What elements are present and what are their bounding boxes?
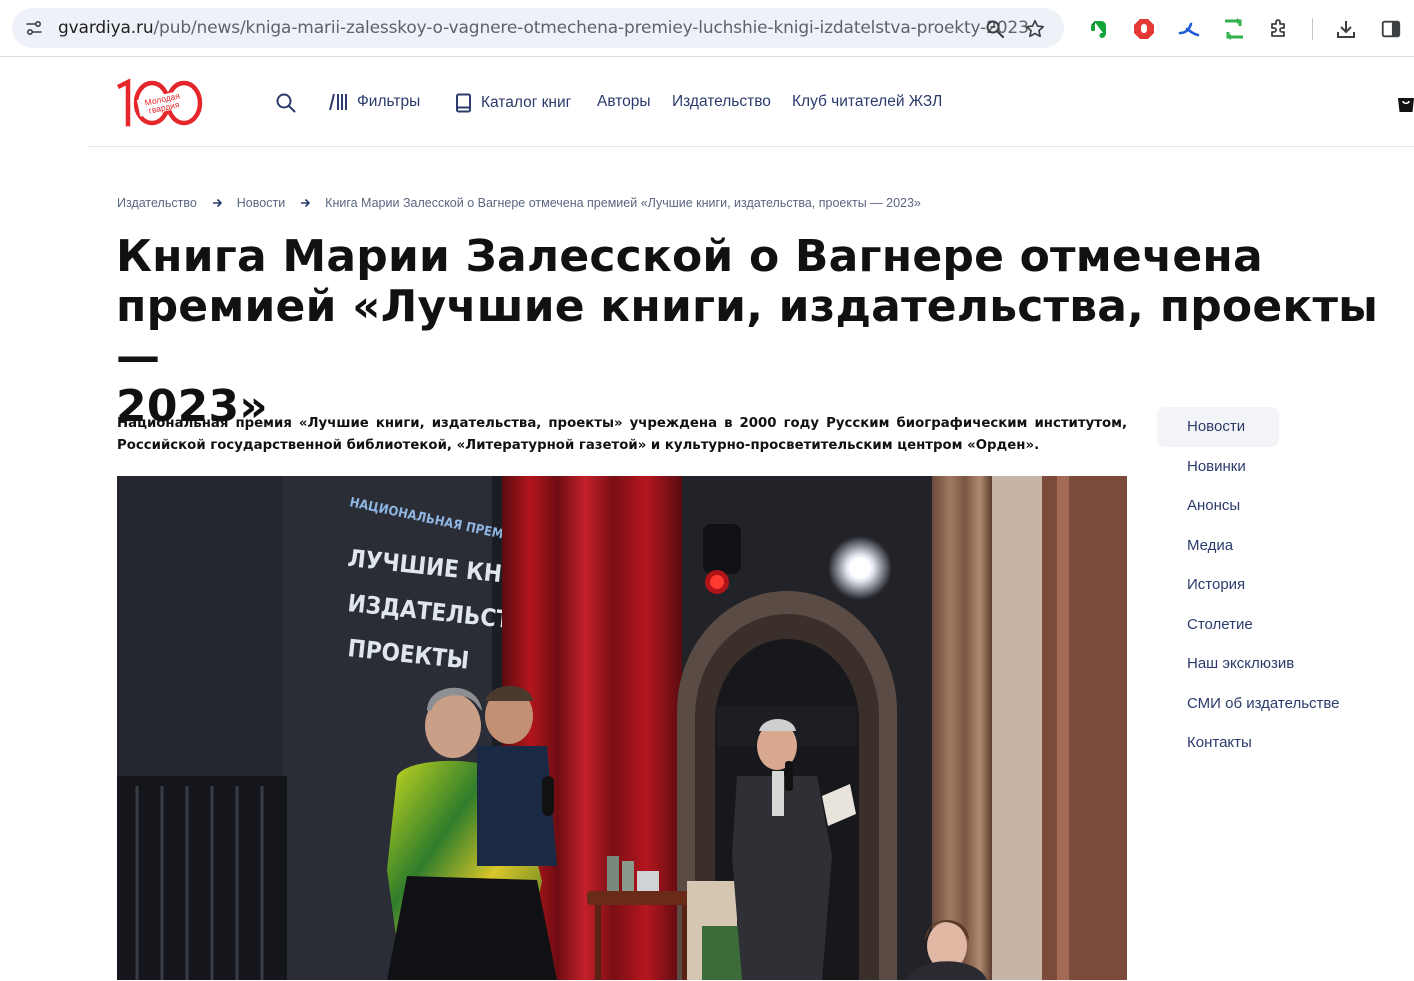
nav-filters-label: Фильтры <box>357 93 421 110</box>
search-icon[interactable] <box>275 92 297 114</box>
article-lead: Национальная премия «Лучшие книги, издат… <box>117 416 1127 453</box>
site-logo[interactable]: Молодая гвардия <box>116 78 204 128</box>
article-photo: НАЦИОНАЛЬНАЯ ПРЕМИЯ ЛУЧШИЕ КНИГИ ИЗДАТЕЛ… <box>117 476 1127 980</box>
url-path: /pub/news/kniga-marii-zalesskoy-o-vagner… <box>153 18 1029 38</box>
url-host: gvardiya.ru <box>58 18 154 38</box>
page-title: Книга Марии Залесской о Вагнере отмечена… <box>116 232 1406 432</box>
url-text[interactable]: gvardiya.ru/pub/news/kniga-marii-zalessk… <box>58 18 1029 38</box>
nav-catalog[interactable]: Каталог книг <box>455 93 571 113</box>
nav-filters[interactable]: Фильтры <box>329 93 420 111</box>
breadcrumb-item-news[interactable]: Новости <box>237 196 285 210</box>
nav-catalog-label: Каталог книг <box>481 94 572 111</box>
arrow-right-icon <box>212 198 223 208</box>
title-line: Книга Марии Залесской о Вагнере отмечена <box>116 231 1263 282</box>
sidebar-item-centenary[interactable]: Столетие <box>1157 605 1387 645</box>
address-bar[interactable]: gvardiya.ru/pub/news/kniga-marii-zalessk… <box>12 8 1064 48</box>
extensions-icon[interactable] <box>1266 16 1292 42</box>
nav-club[interactable]: Клуб читателей ЖЗЛ <box>792 93 942 111</box>
sidebar-menu: Новости Новинки Анонсы Медиа История Сто… <box>1157 407 1387 763</box>
sidebar-item-contacts[interactable]: Контакты <box>1157 723 1387 763</box>
sidebar-item-announcements[interactable]: Анонсы <box>1157 486 1387 526</box>
sidebar-item-new-releases[interactable]: Новинки <box>1157 447 1387 487</box>
header-divider <box>88 146 1414 147</box>
zoom-icon[interactable] <box>984 18 1006 40</box>
toolbar-separator <box>1312 18 1313 40</box>
nav-authors[interactable]: Авторы <box>597 93 651 111</box>
sidebar-item-media[interactable]: Медиа <box>1157 526 1387 566</box>
nav-club-label: Клуб читателей ЖЗЛ <box>792 93 943 110</box>
translator-icon[interactable] <box>1176 16 1202 42</box>
side-panel-icon[interactable] <box>1378 16 1404 42</box>
browser-toolbar: gvardiya.ru/pub/news/kniga-marii-zalessk… <box>0 0 1414 57</box>
adblock-icon[interactable] <box>1131 16 1157 42</box>
breadcrumb: Издательство Новости Книга Марии Залесск… <box>117 196 921 210</box>
evernote-icon[interactable] <box>1086 16 1112 42</box>
nav-publisher-label: Издательство <box>672 93 771 110</box>
sidebar-item-news[interactable]: Новости <box>1157 407 1279 447</box>
book-icon <box>455 93 473 113</box>
sidebar-item-history[interactable]: История <box>1157 565 1387 605</box>
arrow-right-icon <box>300 198 311 208</box>
site-info-icon[interactable] <box>22 16 46 40</box>
bookmark-star-icon[interactable] <box>1024 18 1046 40</box>
nav-publisher[interactable]: Издательство <box>672 93 771 111</box>
sidebar-item-press[interactable]: СМИ об издательстве <box>1157 684 1387 724</box>
cart-icon[interactable] <box>1396 92 1414 114</box>
breadcrumb-item-publisher[interactable]: Издательство <box>117 196 197 210</box>
downloads-icon[interactable] <box>1333 16 1359 42</box>
nav-authors-label: Авторы <box>597 93 651 110</box>
sidebar-item-exclusive[interactable]: Наш эксклюзив <box>1157 644 1387 684</box>
title-line: премией «Лучшие книги, издательства, про… <box>116 281 1379 382</box>
filters-icon <box>329 93 349 111</box>
breadcrumb-item-current: Книга Марии Залесской о Вагнере отмечена… <box>325 196 921 210</box>
sync-icon[interactable] <box>1221 16 1247 42</box>
